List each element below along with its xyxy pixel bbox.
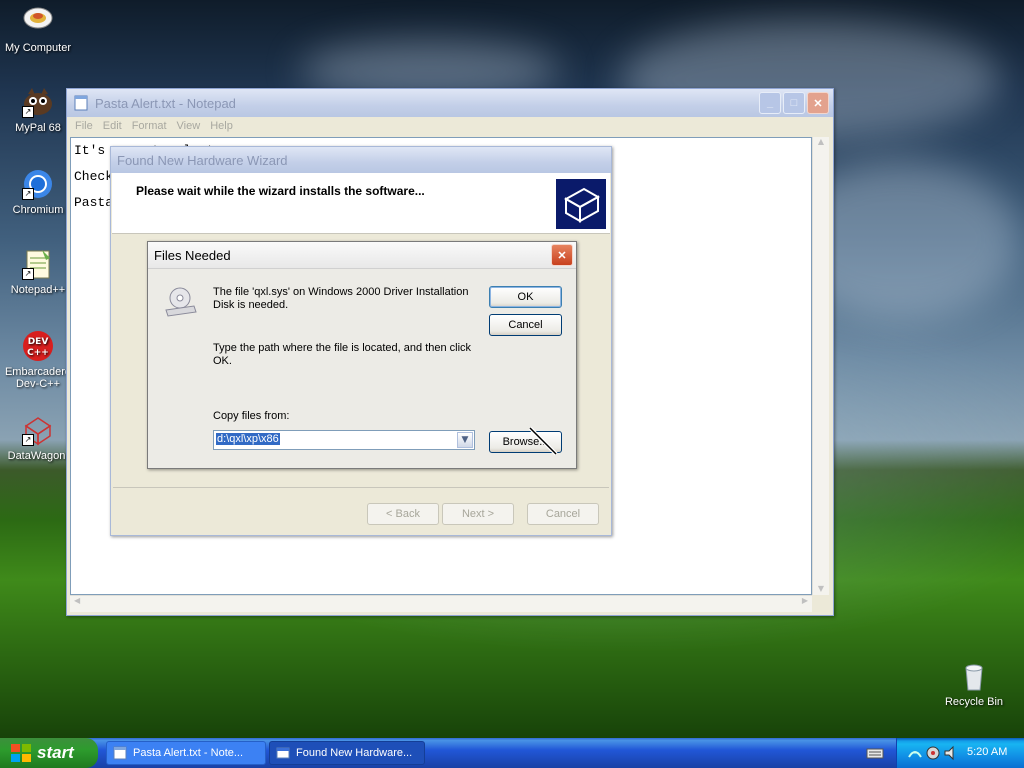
notepad-titlebar[interactable]: Pasta Alert.txt - Notepad _ □ ✕ — [67, 89, 833, 117]
notepadpp-icon: ↗ — [22, 248, 54, 280]
chevron-down-icon[interactable]: ▼ — [457, 432, 473, 448]
path-input[interactable]: d:\qxl\xp\x86 — [216, 433, 280, 445]
horizontal-scrollbar[interactable]: ◀ ▶ — [70, 595, 812, 612]
maximize-button[interactable]: □ — [783, 92, 805, 114]
missing-file-message: The file 'qxl.sys' on Windows 2000 Drive… — [213, 286, 469, 311]
dialog-title: Files Needed — [154, 247, 231, 263]
desktop-icon-recycle-bin[interactable]: Recycle Bin — [936, 660, 1012, 708]
files-needed-titlebar[interactable]: Files Needed ✕ — [148, 242, 576, 269]
datawagon-icon: ↗ — [22, 414, 54, 446]
mypal-icon: ↗ — [22, 86, 54, 118]
path-combobox[interactable]: d:\qxl\xp\x86 ▼ — [213, 430, 475, 450]
instructions-message: Type the path where the file is located,… — [213, 342, 472, 367]
taskbar-item-wizard[interactable]: Found New Hardware... — [269, 741, 425, 765]
window-title: Pasta Alert.txt - Notepad — [95, 95, 236, 111]
recycle-bin-icon — [958, 660, 990, 692]
network-icon[interactable] — [907, 745, 923, 761]
vertical-scrollbar[interactable]: ▲ ▼ — [812, 137, 829, 595]
taskbar-item-label: Found New Hardware... — [296, 747, 413, 759]
desktop-icon-label: DataWagon. — [7, 450, 69, 462]
wizard-heading: Please wait while the wizard installs th… — [136, 184, 425, 198]
files-needed-dialog[interactable]: Files Needed ✕ The file 'qxl.sys' on Win… — [147, 241, 577, 469]
copy-files-label: Copy files from: — [213, 410, 290, 422]
menu-edit[interactable]: Edit — [103, 120, 122, 132]
scroll-down-icon[interactable]: ▼ — [813, 584, 829, 593]
desktop-icon-label: Notepad++ — [10, 284, 66, 296]
volume-icon[interactable] — [943, 745, 959, 761]
scroll-up-icon[interactable]: ▲ — [813, 137, 829, 146]
wizard-cancel-button[interactable]: Cancel — [527, 503, 599, 525]
desktop-icon-chromium[interactable]: ↗ Chromium — [0, 168, 76, 216]
shortcut-arrow-icon: ↗ — [22, 106, 34, 118]
shortcut-arrow-icon: ↗ — [22, 434, 34, 446]
menu-bar: File Edit Format View Help — [67, 117, 833, 135]
desktop-icon-devcpp[interactable]: DEV C++ Embarcadero Dev-C++ — [0, 330, 76, 390]
taskbar: start Pasta Alert.txt - Note... Found Ne… — [0, 738, 1024, 768]
desktop-icon-datawagon[interactable]: ↗ DataWagon. — [0, 414, 76, 462]
ok-button[interactable]: OK — [489, 286, 562, 308]
minimize-button[interactable]: _ — [759, 92, 781, 114]
wizard-header: Please wait while the wizard installs th… — [112, 173, 610, 234]
desktop-icon-label: Dev-C++ — [15, 378, 61, 390]
system-tray: 5:20 AM — [896, 738, 1024, 768]
start-button[interactable]: start — [0, 738, 98, 768]
wizard-titlebar[interactable]: Found New Hardware Wizard — [111, 147, 611, 173]
clock[interactable]: 5:20 AM — [967, 746, 1007, 758]
desktop-icon-label: Embarcadero — [4, 366, 72, 378]
taskbar-item-label: Pasta Alert.txt - Note... — [133, 747, 244, 759]
desktop-icon-label: My Computer — [4, 42, 72, 54]
notepad-icon — [74, 95, 88, 111]
desktop-icon-label: Chromium — [12, 204, 64, 216]
devcpp-icon: DEV C++ — [22, 330, 54, 362]
scroll-right-icon[interactable]: ▶ — [802, 596, 808, 605]
shortcut-arrow-icon: ↗ — [22, 188, 34, 200]
disk-drive-icon — [164, 284, 198, 318]
window-title: Found New Hardware Wizard — [117, 152, 288, 168]
menu-file[interactable]: File — [75, 120, 93, 132]
next-button[interactable]: Next > — [442, 503, 514, 525]
start-label: start — [37, 743, 74, 762]
desktop-icon-label: Recycle Bin — [944, 696, 1004, 708]
dialog-close-button[interactable]: ✕ — [551, 244, 573, 266]
notepad-icon — [113, 746, 127, 760]
back-button[interactable]: < Back — [367, 503, 439, 525]
wizard-divider — [113, 487, 609, 488]
windows-logo-icon — [11, 744, 31, 762]
shortcut-arrow-icon: ↗ — [22, 268, 34, 280]
hardware-wizard-icon — [556, 179, 606, 229]
my-computer-icon — [22, 6, 54, 38]
scroll-left-icon[interactable]: ◀ — [74, 596, 80, 605]
desktop-icon-notepadpp[interactable]: ↗ Notepad++ — [0, 248, 76, 296]
menu-view[interactable]: View — [177, 120, 201, 132]
desktop-icon-label: MyPal 68 — [15, 122, 61, 134]
cancel-button[interactable]: Cancel — [489, 314, 562, 336]
menu-help[interactable]: Help — [210, 120, 233, 132]
taskbar-item-notepad[interactable]: Pasta Alert.txt - Note... — [106, 741, 266, 765]
svg-text:C++: C++ — [27, 348, 49, 358]
desktop-icon-mypal[interactable]: ↗ MyPal 68 — [0, 86, 76, 134]
menu-format[interactable]: Format — [132, 120, 167, 132]
keyboard-icon[interactable] — [866, 745, 884, 761]
window-icon — [276, 747, 290, 759]
security-shield-icon[interactable] — [925, 745, 941, 761]
desktop-icon-my-computer[interactable]: My Computer — [0, 6, 76, 54]
svg-text:DEV: DEV — [28, 337, 49, 347]
close-button[interactable]: ✕ — [807, 92, 829, 114]
chromium-icon: ↗ — [22, 168, 54, 200]
mouse-cursor-icon — [528, 426, 558, 456]
